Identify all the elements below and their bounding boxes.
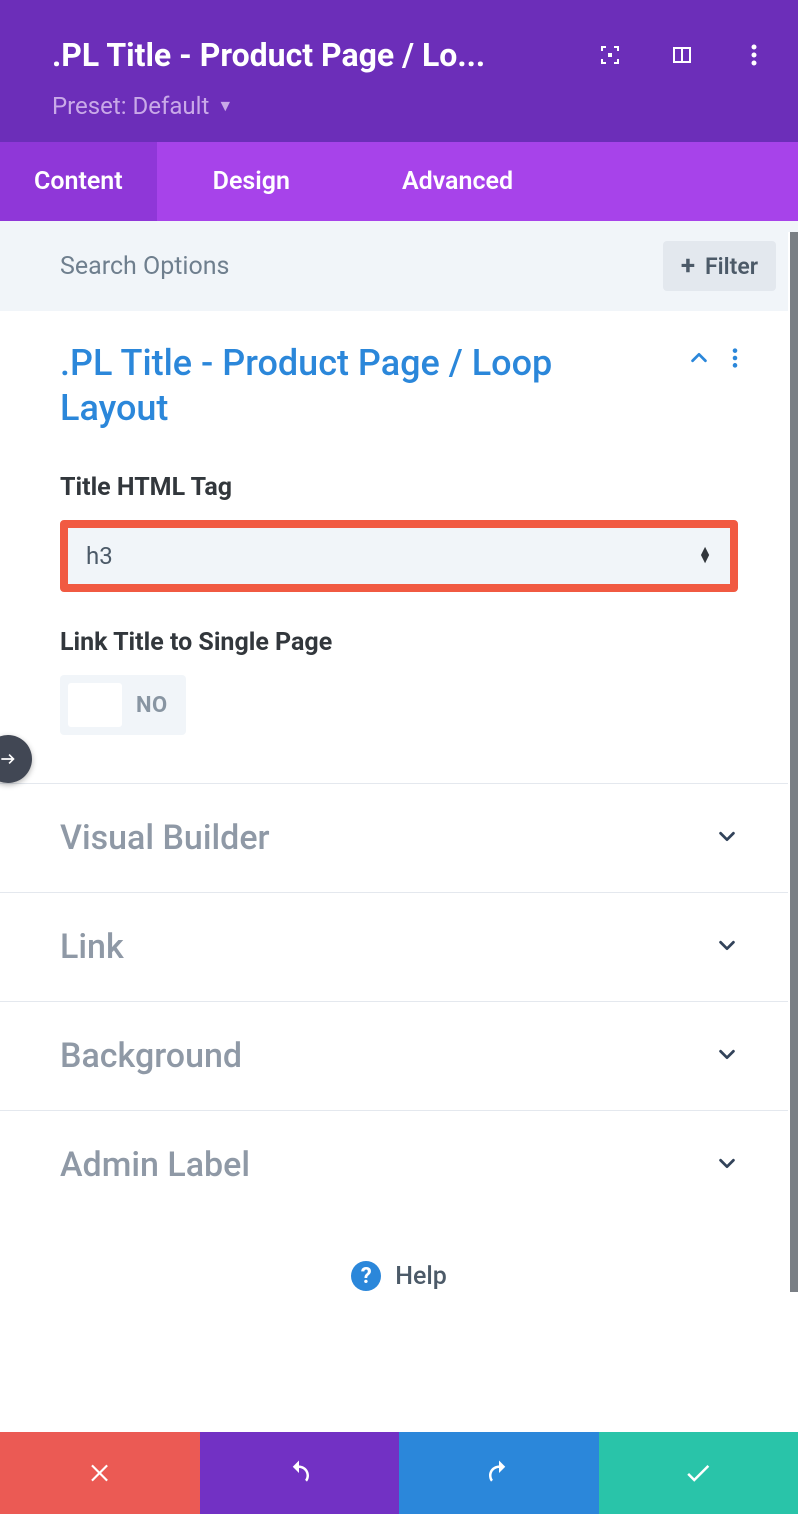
redo-button[interactable] xyxy=(399,1432,599,1514)
filter-button[interactable]: + Filter xyxy=(663,241,776,291)
save-button[interactable] xyxy=(599,1432,798,1514)
header-title: .PL Title - Product Page / Lo... xyxy=(52,36,485,74)
sort-arrows-icon: ▲▼ xyxy=(698,548,712,563)
link-title-toggle[interactable]: NO xyxy=(60,675,186,735)
scrollbar-track[interactable] xyxy=(788,232,798,1292)
section-title-actions xyxy=(688,347,738,373)
section-label: Admin Label xyxy=(60,1145,250,1185)
scrollbar-thumb[interactable] xyxy=(788,232,798,1292)
section-label: Link xyxy=(60,927,124,967)
bracket-focus-icon[interactable] xyxy=(596,41,624,69)
chevron-down-icon xyxy=(716,825,738,851)
select-value: h3 xyxy=(86,542,113,570)
section-admin-label[interactable]: Admin Label xyxy=(0,1110,798,1219)
header-icon-group xyxy=(596,41,768,69)
section-label: Background xyxy=(60,1036,242,1076)
columns-icon[interactable] xyxy=(668,41,696,69)
toggle-knob xyxy=(68,683,122,727)
section-link[interactable]: Link xyxy=(0,892,798,1001)
help-icon: ? xyxy=(351,1261,381,1291)
preset-selector[interactable]: Preset: Default ▼ xyxy=(52,92,768,120)
help-label: Help xyxy=(395,1262,447,1291)
footer-action-bar xyxy=(0,1432,798,1514)
search-input[interactable] xyxy=(60,252,663,281)
tab-content[interactable]: Content xyxy=(0,142,157,221)
header-top-row: .PL Title - Product Page / Lo... xyxy=(52,36,768,74)
tab-advanced[interactable]: Advanced xyxy=(346,142,569,221)
search-filter-bar: + Filter xyxy=(0,221,798,311)
section-label: Visual Builder xyxy=(60,818,270,858)
field-label: Title HTML Tag xyxy=(60,473,738,502)
section-title[interactable]: .PL Title - Product Page / Loop Layout xyxy=(60,341,620,431)
field-label: Link Title to Single Page xyxy=(60,628,738,657)
more-menu-icon[interactable] xyxy=(732,347,738,373)
toggle-text: NO xyxy=(136,693,168,718)
caret-down-icon: ▼ xyxy=(217,96,233,116)
chevron-down-icon xyxy=(716,1152,738,1178)
chevron-down-icon xyxy=(716,1043,738,1069)
cancel-button[interactable] xyxy=(0,1432,200,1514)
section-title-row: .PL Title - Product Page / Loop Layout xyxy=(60,341,738,431)
field-title-html-tag: Title HTML Tag h3 ▲▼ xyxy=(60,473,738,592)
preset-label: Preset: Default xyxy=(52,92,209,120)
help-button[interactable]: ? Help xyxy=(0,1219,798,1329)
tab-bar: Content Design Advanced xyxy=(0,142,798,221)
content-area: .PL Title - Product Page / Loop Layout T… xyxy=(0,311,798,1329)
undo-button[interactable] xyxy=(200,1432,400,1514)
field-link-title: Link Title to Single Page NO xyxy=(60,628,738,783)
modal-header: .PL Title - Product Page / Lo... Preset:… xyxy=(0,0,798,142)
chevron-up-icon[interactable] xyxy=(688,347,710,373)
section-visual-builder[interactable]: Visual Builder xyxy=(0,783,798,892)
chevron-down-icon xyxy=(716,934,738,960)
tab-design[interactable]: Design xyxy=(157,142,346,221)
section-pl-title: .PL Title - Product Page / Loop Layout T… xyxy=(0,311,798,783)
highlighted-outline: h3 ▲▼ xyxy=(60,520,738,592)
section-background[interactable]: Background xyxy=(0,1001,798,1110)
filter-label: Filter xyxy=(705,253,758,280)
more-menu-icon[interactable] xyxy=(740,41,768,69)
plus-icon: + xyxy=(681,251,695,281)
title-html-tag-select[interactable]: h3 ▲▼ xyxy=(68,528,730,584)
